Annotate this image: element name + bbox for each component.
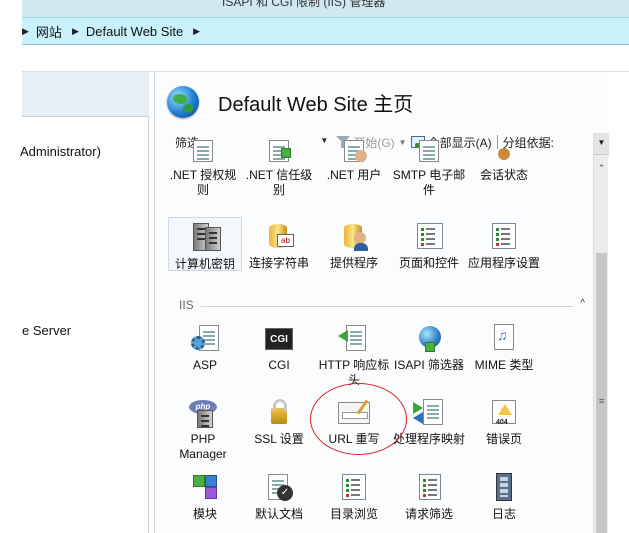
feature-net-users[interactable]: .NET 用户 (317, 140, 391, 183)
filter-toolbar: 筛选: ▼ 开始(G) ▼ 全部显示(A) 分组依据: (169, 132, 609, 152)
connection-string-icon: ab (263, 220, 295, 252)
feature-directory-browsing[interactable]: 目录浏览 (317, 471, 391, 522)
scroll-up-arrow-icon[interactable]: ⌃ (594, 160, 609, 177)
title-bar: ISAPI 和 CGI 限制 (IIS) 管理器 (22, 0, 629, 17)
feature-session-state[interactable]: 会话状态 (467, 148, 541, 183)
feature-net-trust-levels[interactable]: .NET 信任级别 (242, 140, 316, 198)
error-page-icon (488, 396, 520, 430)
tree-node-server[interactable]: e Server (22, 323, 71, 338)
check-doc-icon (263, 140, 295, 164)
feature-ssl-settings[interactable]: SSL 设置 (242, 396, 316, 447)
iis-manager-window: ISAPI 和 CGI 限制 (IIS) 管理器 ▶ 网站 ▶ Default … (0, 0, 629, 533)
feature-connection-strings[interactable]: ab 连接字符串 (242, 220, 316, 271)
feature-asp[interactable]: ASP (168, 322, 242, 373)
feature-isapi-filters[interactable]: ISAPI 筛选器 (392, 322, 466, 373)
feature-logging[interactable]: 日志 (467, 471, 541, 522)
mail-icon (413, 140, 445, 164)
feature-http-response-headers[interactable]: HTTP 响应标头 (317, 322, 391, 388)
feature-net-authorization[interactable]: .NET 授权规则 (166, 140, 240, 198)
feature-modules[interactable]: 模块 (168, 471, 242, 522)
providers-icon (338, 220, 370, 252)
directory-browse-icon (338, 471, 370, 503)
feature-default-document[interactable]: ✓ 默认文档 (242, 471, 316, 522)
pages-controls-icon (413, 220, 445, 252)
chevron-down-icon[interactable]: ▼ (320, 136, 328, 145)
breadcrumb-separator-icon[interactable]: ▶ (72, 26, 79, 37)
default-doc-icon: ✓ (263, 471, 295, 503)
feature-php-manager[interactable]: php PHP Manager (166, 396, 240, 462)
annotation-circle (310, 383, 407, 455)
feature-cgi[interactable]: CGI CGI (242, 322, 316, 373)
modules-icon (189, 471, 221, 503)
machine-key-icon (189, 221, 221, 253)
section-title: IIS (179, 298, 194, 312)
chevron-down-icon[interactable]: ▼ (399, 138, 407, 147)
lock-doc-icon (187, 140, 219, 164)
vertical-scrollbar[interactable]: ▼ ⌃ ≡ (593, 133, 609, 533)
page-header: Default Web Site 主页 (155, 72, 610, 127)
users-doc-icon (338, 140, 370, 164)
globe-icon (167, 86, 199, 118)
breadcrumb-separator-icon[interactable]: ▶ (22, 26, 29, 37)
session-icon (488, 140, 520, 164)
section-header-iis[interactable]: IIS ^ (179, 298, 589, 314)
feature-pages-controls[interactable]: 页面和控件 (392, 220, 466, 271)
page-title: Default Web Site 主页 (218, 94, 414, 116)
request-filter-icon (413, 471, 445, 503)
feature-app-settings[interactable]: 应用程序设置 (467, 220, 541, 271)
mime-icon (488, 322, 520, 354)
grip-icon: ≡ (598, 396, 605, 406)
connections-pane: Administrator) e Server (20, 72, 149, 533)
connections-toolbar (22, 72, 149, 117)
ssl-lock-icon (263, 396, 295, 428)
isapi-filter-icon (413, 322, 445, 354)
feature-mime-types[interactable]: MIME 类型 (467, 322, 541, 373)
feature-machine-key[interactable]: 计算机密钥 (168, 217, 242, 271)
scrollbar-thumb[interactable]: ≡ (596, 253, 607, 533)
handler-mapping-icon (413, 396, 445, 428)
asp-icon (189, 322, 221, 354)
php-icon: php (187, 396, 219, 428)
tree-node-start-page[interactable]: Administrator) (20, 144, 101, 159)
app-settings-icon (488, 220, 520, 252)
logging-icon (488, 471, 520, 503)
window-title: ISAPI 和 CGI 限制 (IIS) 管理器 (222, 0, 386, 9)
group-by-dropdown-button[interactable]: ▼ (594, 133, 609, 155)
feature-providers[interactable]: 提供程序 (317, 220, 391, 271)
menu-bar (22, 46, 629, 72)
breadcrumb-separator-icon[interactable]: ▶ (193, 26, 200, 37)
cgi-icon: CGI (263, 322, 295, 354)
section-divider (201, 306, 573, 307)
breadcrumb-item-sites[interactable]: 网站 (36, 22, 62, 41)
feature-smtp-email[interactable]: SMTP 电子邮件 (392, 140, 466, 198)
breadcrumb-item-default-web-site[interactable]: Default Web Site (86, 24, 183, 39)
http-headers-icon (338, 322, 370, 354)
feature-request-filtering[interactable]: 请求筛选 (392, 471, 466, 522)
feature-error-pages[interactable]: 错误页 (467, 396, 541, 447)
breadcrumb: ▶ 网站 ▶ Default Web Site ▶ (22, 17, 629, 45)
collapse-caret-icon[interactable]: ^ (580, 298, 585, 309)
